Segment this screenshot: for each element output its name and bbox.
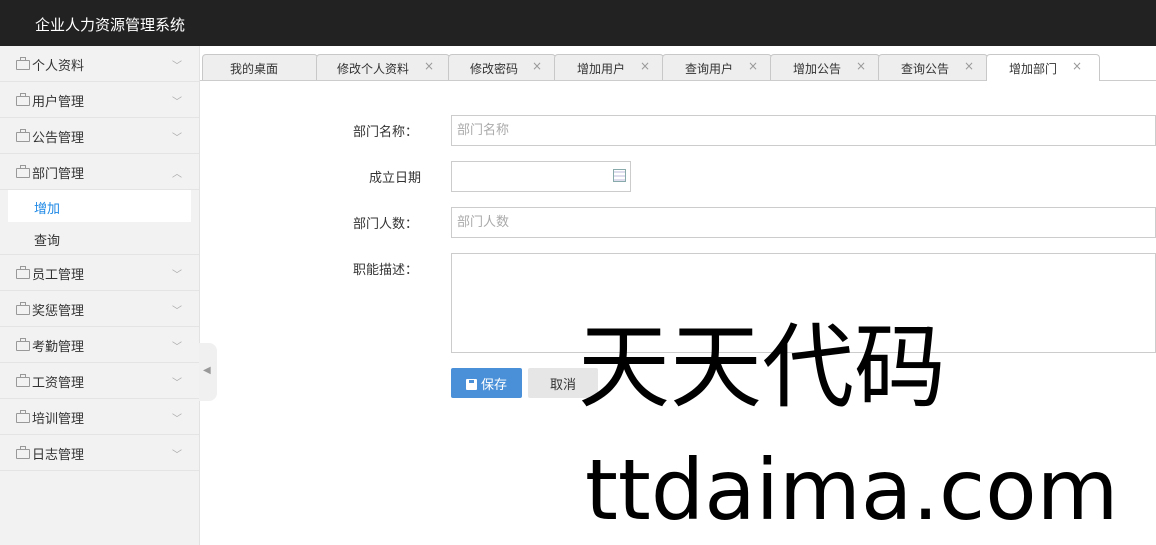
department-name-label: 部门名称：	[352, 125, 418, 140]
tab-label: 增加部门	[1009, 62, 1058, 76]
tab-label: 修改个人资料	[337, 62, 410, 76]
sidebar-subitem-add[interactable]: 增加	[8, 190, 191, 222]
close-icon[interactable]: ×	[964, 59, 974, 73]
chevron-down-icon: ﹀	[172, 342, 182, 353]
watermark-url: ttdaima.com	[585, 441, 1119, 539]
briefcase-icon	[16, 57, 30, 70]
save-button-label: 保存	[480, 377, 507, 393]
chevron-down-icon: ﹀	[172, 270, 182, 281]
app-title: 企业人力资源管理系统	[35, 16, 186, 34]
close-icon[interactable]: ×	[856, 59, 866, 73]
floppy-disk-icon	[465, 378, 477, 390]
briefcase-icon	[16, 266, 30, 279]
sidebar-subitem-query[interactable]: 查询	[0, 222, 199, 255]
sidebar-item-label: 部门管理	[32, 167, 85, 182]
sidebar-item-label: 考勤管理	[32, 340, 85, 355]
sidebar-item-label: 培训管理	[32, 412, 85, 427]
briefcase-icon	[16, 338, 30, 351]
department-count-label: 部门人数：	[352, 217, 418, 232]
sidebar-subitem-label: 查询	[34, 234, 61, 249]
close-icon[interactable]: ×	[424, 59, 434, 73]
chevron-down-icon: ﹀	[172, 61, 182, 72]
sidebar-item-label: 员工管理	[32, 268, 85, 283]
close-icon[interactable]: ×	[532, 59, 542, 73]
tab-edit-profile[interactable]: 修改个人资料 ×	[316, 54, 450, 80]
department-name-input[interactable]	[451, 115, 1156, 146]
tab-bar: 我的桌面 修改个人资料 × 修改密码 × 增加用户 × 查询用户 × 增加公告 …	[200, 46, 1156, 81]
sidebar-item-employee-management[interactable]: 员工管理 ﹀	[0, 255, 199, 291]
sidebar-item-label: 公告管理	[32, 131, 85, 146]
founded-date-input[interactable]	[451, 161, 631, 192]
tab-add-department[interactable]: 增加部门 ×	[986, 54, 1100, 81]
sidebar-item-training-management[interactable]: 培训管理 ﹀	[0, 399, 199, 435]
sidebar-item-notice-management[interactable]: 公告管理 ﹀	[0, 118, 199, 154]
function-description-label: 职能描述：	[352, 263, 418, 278]
top-bar: 企业人力资源管理系统	[0, 0, 1156, 46]
briefcase-icon	[16, 302, 30, 315]
sidebar-item-label: 奖惩管理	[32, 304, 85, 319]
tab-add-user[interactable]: 增加用户 ×	[554, 54, 664, 80]
caret-left-icon: ◀	[203, 365, 211, 376]
watermark-text: 天天代码	[578, 314, 947, 421]
chevron-down-icon: ﹀	[172, 97, 182, 108]
sidebar-item-label: 工资管理	[32, 376, 85, 391]
chevron-down-icon: ﹀	[172, 450, 182, 461]
tab-label: 修改密码	[470, 62, 519, 76]
sidebar-collapse-handle[interactable]: ◀	[199, 343, 217, 401]
close-icon[interactable]: ×	[640, 59, 650, 73]
chevron-down-icon: ﹀	[172, 414, 182, 425]
tab-my-desktop[interactable]: 我的桌面	[202, 54, 318, 80]
chevron-down-icon: ﹀	[172, 306, 182, 317]
close-icon[interactable]: ×	[1072, 59, 1082, 73]
briefcase-icon	[16, 446, 30, 459]
sidebar-item-attendance-management[interactable]: 考勤管理 ﹀	[0, 327, 199, 363]
tab-label: 增加公告	[793, 62, 842, 76]
calendar-icon[interactable]	[613, 169, 626, 182]
tab-label: 我的桌面	[230, 62, 279, 76]
briefcase-icon	[16, 129, 30, 142]
chevron-down-icon: ﹀	[172, 378, 182, 389]
save-button[interactable]: 保存	[451, 368, 522, 398]
briefcase-icon	[16, 410, 30, 423]
founded-date-label: 成立日期	[368, 171, 421, 186]
department-count-input[interactable]	[451, 207, 1156, 238]
tab-label: 增加用户	[577, 62, 626, 76]
chevron-down-icon: ﹀	[172, 133, 182, 144]
close-icon[interactable]: ×	[748, 59, 758, 73]
tab-change-password[interactable]: 修改密码 ×	[448, 54, 556, 80]
sidebar-subitem-label: 增加	[34, 202, 61, 217]
tab-label: 查询用户	[685, 62, 734, 76]
tab-query-notice[interactable]: 查询公告 ×	[878, 54, 988, 80]
sidebar-item-label: 个人资料	[32, 59, 85, 74]
sidebar-item-label: 日志管理	[32, 448, 85, 463]
tab-label: 查询公告	[901, 62, 950, 76]
briefcase-icon	[16, 93, 30, 106]
sidebar-item-reward-punishment[interactable]: 奖惩管理 ﹀	[0, 291, 199, 327]
briefcase-icon	[16, 374, 30, 387]
sidebar-item-department-management[interactable]: 部门管理 ︿	[0, 154, 199, 190]
chevron-up-icon: ︿	[172, 169, 182, 180]
sidebar-item-user-management[interactable]: 用户管理 ﹀	[0, 82, 199, 118]
sidebar-item-salary-management[interactable]: 工资管理 ﹀	[0, 363, 199, 399]
briefcase-icon	[16, 165, 30, 178]
sidebar-item-personal-info[interactable]: 个人资料 ﹀	[0, 46, 199, 82]
tab-query-user[interactable]: 查询用户 ×	[662, 54, 772, 80]
sidebar-item-label: 用户管理	[32, 95, 85, 110]
sidebar: 个人资料 ﹀ 用户管理 ﹀ 公告管理 ﹀ 部门管理 ︿ 增加 查询 员工管理 ﹀…	[0, 46, 200, 545]
sidebar-item-log-management[interactable]: 日志管理 ﹀	[0, 435, 199, 471]
tab-add-notice[interactable]: 增加公告 ×	[770, 54, 880, 80]
